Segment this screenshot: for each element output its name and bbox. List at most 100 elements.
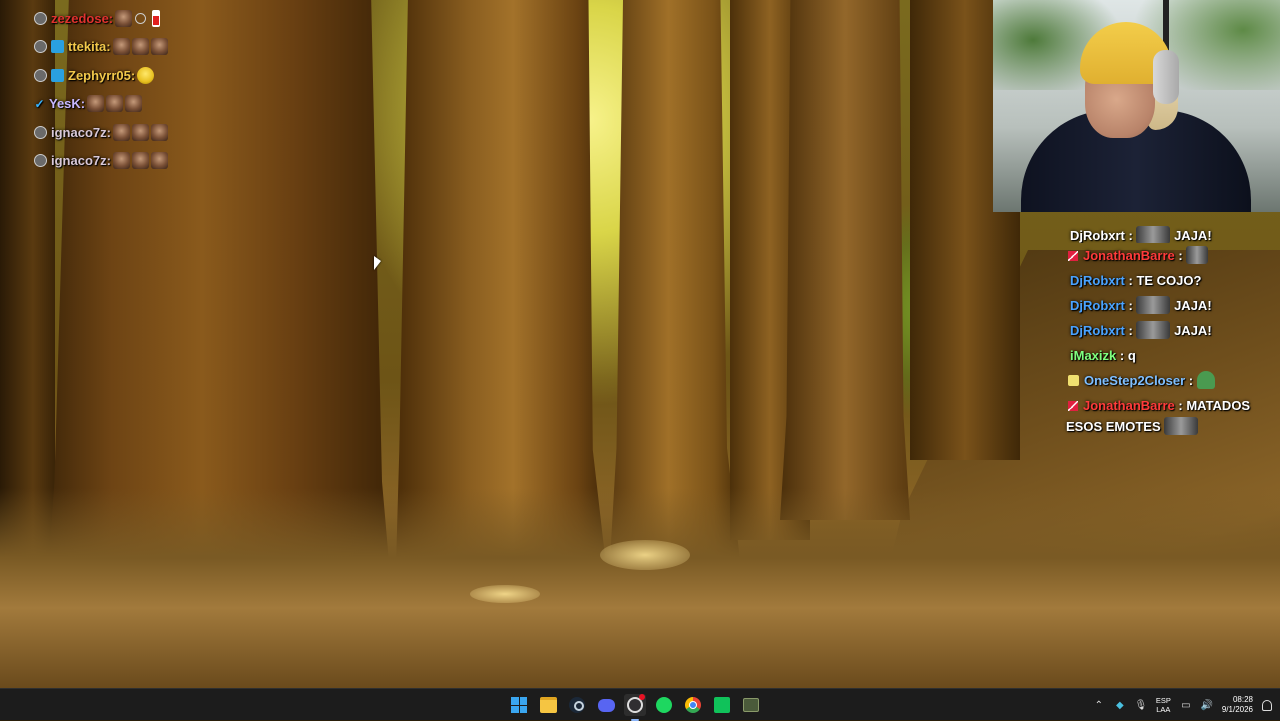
tree-trunk <box>610 0 740 560</box>
emote-icon <box>1136 226 1171 243</box>
clock[interactable]: 08:28 9/1/2026 <box>1222 695 1253 715</box>
top-left-chat-list: zezedose: ttekita: Zephyrr05: ✓ YesK: ig… <box>34 4 234 175</box>
moderator-badge-icon <box>34 125 47 139</box>
microphone-icon[interactable]: 🎙 <box>1135 699 1148 711</box>
webcam-overlay <box>993 0 1280 212</box>
discord-icon <box>597 698 615 712</box>
chat-message: DjRobxrt : JAJA! <box>1066 293 1276 318</box>
camtasia-button[interactable] <box>711 694 733 716</box>
emote-icon <box>131 123 149 141</box>
emote-icon <box>1136 321 1171 339</box>
mouse-cursor-icon <box>374 256 381 270</box>
chat-username: JonathanBarre <box>1083 248 1175 263</box>
spotify-icon <box>656 697 672 713</box>
chat-entry: ignaco7z: <box>34 118 234 147</box>
emote-icon <box>125 95 143 113</box>
display-icon[interactable]: ▭ <box>1180 699 1192 711</box>
prime-badge-icon <box>1068 401 1078 411</box>
tree-trunk <box>780 0 910 520</box>
sunlight-patch <box>470 585 540 603</box>
emote-icon <box>152 9 161 27</box>
keyboard-layout: LAA <box>1156 705 1171 714</box>
chat-username: OneStep2Closer <box>1084 373 1186 388</box>
emote-icon <box>150 152 168 170</box>
emote-icon <box>106 95 124 113</box>
chat-separator: : <box>1124 298 1137 313</box>
chat-text: JAJA! <box>1174 323 1212 338</box>
chat-username: iMaxizk <box>1070 348 1117 363</box>
emote-icon <box>115 9 133 27</box>
chrome-icon <box>685 697 701 713</box>
chat-entry: ttekita: <box>34 33 234 62</box>
chat-username: Zephyrr05: <box>68 67 136 83</box>
steam-button[interactable] <box>566 694 588 716</box>
prime-badge-icon <box>1068 251 1078 261</box>
system-tray: ⌃ ◆ 🎙 ESP LAA ▭ 🔊 08:28 9/1/2026 <box>1093 689 1272 721</box>
chat-entry: ignaco7z: <box>34 147 234 176</box>
start-button[interactable] <box>508 694 530 716</box>
taskbar: ⌃ ◆ 🎙 ESP LAA ▭ 🔊 08:28 9/1/2026 <box>0 688 1280 721</box>
chat-message: DjRobxrt : TE COJO? <box>1066 268 1276 293</box>
chat-separator: : <box>1116 348 1128 363</box>
clip-badge-icon <box>1068 375 1079 386</box>
chat-text: TE COJO? <box>1136 273 1202 288</box>
recording-indicator-icon <box>639 694 645 700</box>
chat-separator: : <box>1185 373 1197 388</box>
chat-separator: : <box>1124 228 1137 243</box>
clock-date: 9/1/2026 <box>1221 705 1253 714</box>
taskbar-apps <box>508 689 762 721</box>
emote-icon <box>1136 296 1171 314</box>
chat-separator: : <box>1124 273 1137 288</box>
chat-username: JonathanBarre <box>1083 398 1175 413</box>
volume-icon[interactable]: 🔊 <box>1201 699 1213 711</box>
chat-username: zezedose: <box>51 10 114 26</box>
network-app-icon[interactable]: ◆ <box>1114 699 1126 711</box>
minecraft-button[interactable] <box>740 694 762 716</box>
camtasia-icon <box>714 697 730 713</box>
emote-icon <box>112 38 130 56</box>
subscriber-badge-icon <box>51 40 64 54</box>
notification-bell-icon[interactable] <box>1262 699 1272 711</box>
chat-message: DjRobxrt : JAJA! <box>1066 226 1276 243</box>
chevron-up-icon[interactable]: ⌃ <box>1093 699 1105 711</box>
chat-username: DjRobxrt <box>1070 298 1125 313</box>
emote-icon <box>131 38 149 56</box>
file-explorer-button[interactable] <box>537 694 559 716</box>
obs-button[interactable] <box>624 694 646 721</box>
moderator-badge-icon <box>34 68 47 82</box>
chat-entry: zezedose: <box>34 4 234 33</box>
chat-text: JAJA! <box>1174 298 1212 313</box>
steam-icon <box>569 697 585 713</box>
start-icon <box>511 697 527 713</box>
chrome-button[interactable] <box>682 694 704 716</box>
emote-icon <box>1164 417 1199 435</box>
chat-message: DjRobxrt : JAJA! <box>1066 318 1276 343</box>
moderator-badge-icon <box>34 154 47 168</box>
chat-separator: : <box>1174 398 1187 413</box>
chat-text: JAJA! <box>1174 228 1212 243</box>
chat-username: ttekita: <box>68 39 111 55</box>
subscriber-badge-icon <box>51 68 64 82</box>
emote-icon <box>112 123 130 141</box>
chat-username: DjRobxrt <box>1070 273 1125 288</box>
chat-username: ignaco7z: <box>51 153 111 169</box>
chat-message: JonathanBarre : <box>1066 243 1276 268</box>
emote-icon <box>1186 246 1209 264</box>
minecraft-icon <box>743 698 759 712</box>
chat-message: iMaxizk : q <box>1066 343 1276 368</box>
spotify-button[interactable] <box>653 694 675 716</box>
discord-button[interactable] <box>595 694 617 716</box>
chat-message: JonathanBarre : MATADOS ESOS EMOTES <box>1066 393 1276 437</box>
chat-text: q <box>1127 348 1136 363</box>
file-explorer-icon <box>539 697 557 713</box>
chat-username: DjRobxrt <box>1070 323 1125 338</box>
language-code: ESP <box>1155 696 1171 705</box>
language-indicator[interactable]: ESP LAA <box>1156 696 1171 714</box>
emote-icon <box>150 38 168 56</box>
sunlight-patch <box>600 540 690 570</box>
chat-username: DjRobxrt <box>1070 228 1125 243</box>
emote-icon <box>1196 371 1215 389</box>
chat-message: OneStep2Closer : <box>1066 368 1276 393</box>
chat-entry: Zephyrr05: <box>34 61 234 90</box>
emote-icon <box>87 95 105 113</box>
